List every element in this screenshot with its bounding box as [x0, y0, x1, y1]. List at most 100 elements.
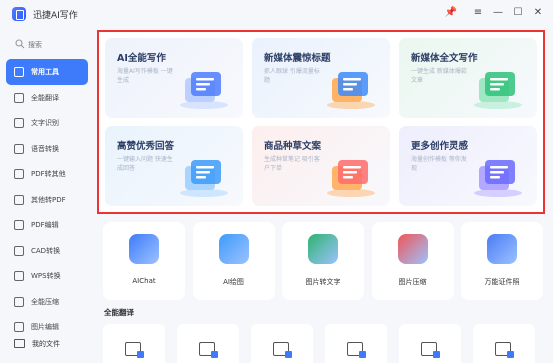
minimize-button[interactable]: —: [491, 6, 505, 20]
document-translate-icon: [199, 342, 218, 358]
hand-doc-icon: [180, 160, 228, 197]
document-translate-icon: [125, 342, 144, 358]
sidebar-item-label: 图片编辑: [31, 323, 59, 331]
sidebar-item-pdf-convert[interactable]: PDF转其他: [6, 161, 88, 187]
translate-doc-card[interactable]: [473, 324, 535, 363]
to-pdf-icon: [14, 194, 24, 205]
tool-label: 图片转文字: [305, 278, 341, 286]
sidebar-item-label: 语音转换: [31, 144, 59, 153]
compress-icon: [14, 296, 24, 307]
wps-icon: [14, 271, 24, 281]
document-translate-icon: [347, 342, 366, 358]
translate-doc-card[interactable]: [103, 324, 165, 363]
sidebar-item-label: 文字识别: [31, 119, 59, 127]
tool-label: AIChat: [132, 277, 156, 285]
translate-doc-card[interactable]: [325, 324, 387, 363]
feature-highlight-box: AI全能写作 海量AI写作模板 一键生成 新媒体震惊标题 抓人眼球 引爆流量标题 新媒体…: [97, 30, 545, 214]
grid-icon: [14, 67, 24, 77]
feature-card-desc: 抓人眼球 引爆流量标题: [264, 68, 320, 84]
sidebar-item-label: 全能压缩: [31, 297, 59, 306]
translate-doc-card[interactable]: [251, 324, 313, 363]
my-documents-label: 我的文件: [32, 340, 60, 348]
sidebar-item-compress[interactable]: 全能压缩: [6, 289, 88, 315]
pin-button[interactable]: 📌: [444, 6, 458, 20]
cubes-icon: [474, 160, 522, 197]
my-documents-button[interactable]: 我的文件: [14, 336, 84, 352]
translate-tools-row: [103, 324, 543, 363]
id-photo-icon: [487, 234, 517, 264]
app-logo-icon: [12, 7, 26, 21]
tool-label: AI绘图: [223, 278, 244, 286]
sidebar-item-grid[interactable]: 常用工具: [6, 59, 88, 85]
tool-card[interactable]: AI绘图: [192, 222, 275, 300]
app-title: 迅捷AI写作: [33, 11, 78, 21]
image-to-text-icon: [308, 234, 338, 264]
feature-card-desc: 海量创作模板 等你发现: [411, 156, 467, 172]
feature-card-desc: 一键输入问题 快速生成回答: [117, 156, 173, 172]
quick-tools-row: AIChat AI绘图 图片转文字 图片压缩 万能证件照: [103, 222, 543, 302]
search-box[interactable]: [10, 36, 88, 54]
document-translate-icon: [421, 342, 440, 358]
search-icon: [15, 39, 25, 49]
maximize-button[interactable]: ☐: [511, 6, 525, 20]
feature-card-desc: 海量AI写作模板 一键生成: [117, 68, 173, 84]
sidebar-nav: 常用工具全能翻译文字识别语音转换 PDF转其他 其他转PDF PDF编辑 CAD转换 WP…: [6, 59, 88, 340]
feature-card-desc: 一键生成 新媒体爆款文章: [411, 68, 467, 84]
tool-card[interactable]: 万能证件照: [461, 222, 543, 300]
sidebar-item-translate[interactable]: 全能翻译: [6, 85, 88, 111]
megaphone-icon: [327, 72, 375, 109]
sidebar-item-wps[interactable]: WPS转换: [6, 263, 88, 289]
feature-card-title: 高赞优秀回答: [117, 141, 175, 152]
sidebar-item-label: 常用工具: [31, 68, 59, 76]
sidebar-item-to-pdf[interactable]: 其他转PDF: [6, 187, 88, 213]
feature-card[interactable]: 商品种草文案生成种草笔记 吸引客户下单: [252, 126, 390, 206]
book-pen-icon: [180, 72, 228, 109]
feature-card-title: 商品种草文案: [264, 141, 322, 152]
sidebar-item-cad[interactable]: CAD转换: [6, 238, 88, 264]
search-input[interactable]: [28, 38, 84, 52]
ai-chat-icon: [129, 234, 159, 264]
audio-icon: [14, 143, 24, 154]
image-edit-icon: [14, 322, 24, 332]
feature-card[interactable]: 新媒体全文写作一键生成 新媒体爆款文章: [399, 38, 537, 118]
sidebar: 常用工具全能翻译文字识别语音转换 PDF转其他其他转PDF PDF编辑 CAD转换 WP…: [0, 28, 92, 363]
tool-card[interactable]: 图片压缩: [371, 222, 454, 300]
pdf-edit-icon: [14, 220, 24, 230]
translate-doc-card[interactable]: [399, 324, 461, 363]
sidebar-item-pdf-edit[interactable]: PDF编辑: [6, 212, 88, 238]
menu-button[interactable]: ≡: [471, 6, 485, 20]
feature-card[interactable]: 新媒体震惊标题抓人眼球 引爆流量标题: [252, 38, 390, 118]
feature-card[interactable]: AI全能写作海量AI写作模板 一键生成: [105, 38, 243, 118]
document-translate-icon: [273, 342, 292, 358]
sidebar-item-label: PDF编辑: [31, 221, 59, 229]
sidebar-item-text-scan[interactable]: 文字识别: [6, 110, 88, 136]
text-scan-icon: [14, 118, 24, 128]
section-title-translate: 全能翻译: [104, 308, 134, 317]
translate-doc-card[interactable]: [177, 324, 239, 363]
ai-draw-icon: [218, 234, 249, 264]
feature-card-desc: 生成种草笔记 吸引客户下单: [264, 156, 320, 172]
document-translate-icon: [495, 342, 514, 358]
feature-card-title: 新媒体震惊标题: [264, 53, 331, 64]
feature-card[interactable]: 高赞优秀回答一键输入问题 快速生成回答: [105, 126, 243, 206]
sidebar-item-label: PDF转其他: [31, 170, 66, 178]
close-button[interactable]: ✕: [531, 6, 545, 20]
sidebar-item-audio[interactable]: 语音转换: [6, 136, 88, 162]
feature-card-title: AI全能写作: [117, 53, 166, 64]
image-compress-icon: [397, 234, 428, 264]
cad-icon: [14, 245, 24, 256]
sidebar-item-label: CAD转换: [31, 246, 61, 255]
monitor-pen-icon: [474, 72, 522, 109]
sidebar-item-label: 其他转PDF: [31, 195, 66, 204]
feature-card-title: 新媒体全文写作: [411, 53, 478, 64]
tool-label: 万能证件照: [484, 278, 520, 286]
app-window: 迅捷AI写作 📌 ≡ — ☐ ✕ 常用工具全能翻译文字识别语音转换PDF转其他其…: [0, 0, 553, 363]
tool-card[interactable]: 图片转文字: [282, 222, 364, 300]
pdf-convert-icon: [14, 169, 24, 179]
feature-card[interactable]: 更多创作灵感 海量创作模板 等你发现: [399, 126, 537, 206]
translate-icon: [14, 92, 24, 103]
tool-card[interactable]: AIChat: [103, 222, 185, 300]
folder-icon: [14, 339, 25, 348]
tool-label: 图片压缩: [398, 278, 427, 286]
sidebar-item-label: WPS转换: [31, 272, 61, 280]
